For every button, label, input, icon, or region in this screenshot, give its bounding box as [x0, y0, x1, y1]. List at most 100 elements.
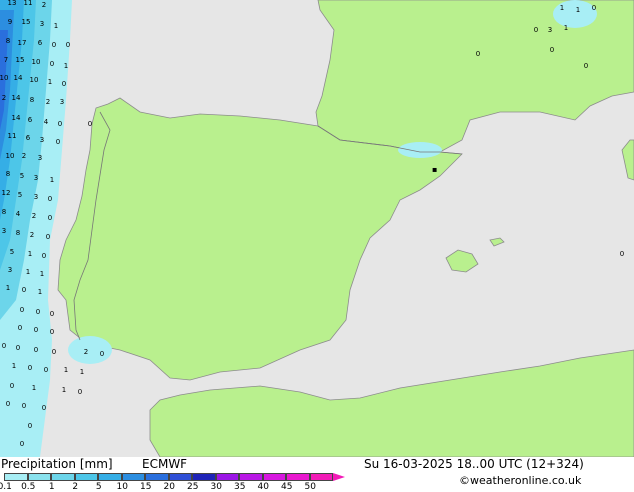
precip-value-label: 6 — [28, 116, 33, 124]
precip-value-label: 2 — [22, 152, 26, 160]
legend-bar: Precipitation [mm] ECMWF Su 16-03-2025 1… — [0, 457, 634, 492]
precip-value-label: 1 — [26, 268, 30, 276]
precip-value-label: 14 — [12, 94, 21, 102]
color-scale-tick: 50 — [304, 482, 316, 492]
color-scale-swatch — [239, 473, 263, 481]
precip-value-label: 1 — [6, 284, 10, 292]
precip-value-label: 0 — [16, 344, 20, 352]
precip-value-label: 0 — [620, 250, 624, 258]
precip-value-label: 5 — [10, 248, 14, 256]
precip-value-label: 0 — [100, 350, 104, 358]
precip-value-label: 0 — [6, 400, 10, 408]
precip-value-label: 0 — [34, 326, 38, 334]
precip-value-label: 8 — [30, 96, 34, 104]
precip-value-label: 0 — [550, 46, 554, 54]
color-scale-swatch — [121, 473, 145, 481]
precip-value-label: 2 — [2, 94, 6, 102]
color-scale-tick: 15 — [140, 482, 152, 492]
precip-value-label: 8 — [6, 170, 10, 178]
precip-value-label: 0 — [48, 195, 52, 203]
precip-value-label: 4 — [16, 210, 21, 218]
precip-value-label: 0 — [22, 286, 26, 294]
credit-text: ©weatheronline.co.uk — [459, 474, 582, 487]
precip-value-label: 3 — [2, 227, 6, 235]
precip-value-label: 11 — [8, 132, 17, 140]
precip-value-label: 2 — [42, 1, 46, 9]
color-scale-swatch — [192, 473, 216, 481]
precip-value-label: 0 — [20, 306, 24, 314]
precip-value-label: 0 — [42, 252, 46, 260]
precip-value-label: 7 — [4, 56, 8, 64]
precip-value-label: 1 — [50, 176, 54, 184]
precip-value-label: 3 — [34, 193, 38, 201]
precip-value-label: 0 — [44, 366, 48, 374]
precip-value-label: 1 — [80, 368, 84, 376]
color-scale-tick: 0.5 — [21, 482, 36, 492]
color-scale-swatch — [215, 473, 239, 481]
precip-value-label: 6 — [26, 134, 31, 142]
color-scale-swatch — [145, 473, 169, 481]
precip-value-label: 0 — [36, 308, 40, 316]
precip-value-label: 10 — [0, 74, 8, 82]
precip-value-label: 4 — [44, 118, 49, 126]
precip-value-label: 8 — [6, 37, 10, 45]
precip-value-label: 0 — [18, 324, 22, 332]
color-scale-tick: 2 — [72, 482, 79, 492]
precip-value-label: 0 — [50, 328, 54, 336]
precip-value-label: 0 — [20, 440, 24, 448]
precip-value-label: 3 — [34, 174, 38, 182]
precip-value-label: 0 — [56, 138, 60, 146]
color-scale-swatch — [168, 473, 192, 481]
precip-value-label: 1 — [54, 22, 58, 30]
precip-value-label: 0 — [28, 422, 32, 430]
precip-value-label: 15 — [16, 56, 25, 64]
precip-value-label: 3 — [8, 266, 12, 274]
precip-value-label: 1 — [564, 24, 568, 32]
precip-value-label: 8 — [16, 229, 20, 237]
precip-value-label: 0 — [592, 4, 596, 12]
precip-value-label: 1 — [40, 270, 44, 278]
precip-value-label: 1 — [12, 362, 16, 370]
color-scale-swatch — [262, 473, 286, 481]
color-scale-tick: 45 — [281, 482, 293, 492]
precip-value-label: 9 — [8, 18, 12, 26]
precip-value-label: 0 — [88, 120, 92, 128]
precip-value-label: 0 — [52, 41, 56, 49]
precip-value-label: 2 — [32, 212, 36, 220]
precip-value-label: 2 — [30, 231, 34, 239]
legend-title: Precipitation [mm] — [1, 457, 113, 471]
precip-value-label: 1 — [560, 4, 564, 12]
color-scale-tick: 40 — [257, 482, 269, 492]
precip-value-label: 0 — [534, 26, 538, 34]
precip-value-label: 0 — [10, 382, 14, 390]
precip-value-label: 0 — [46, 233, 50, 241]
precip-value-label: 0 — [62, 80, 66, 88]
precip-value-label: 1 — [48, 78, 52, 86]
precip-value-label: 3 — [548, 26, 552, 34]
color-scale-tick: 25 — [187, 482, 199, 492]
precip-value-label: 0 — [78, 388, 82, 396]
precip-value-label: 5 — [18, 191, 22, 199]
precip-value-label: 1 — [62, 386, 66, 394]
precip-value-label: 15 — [22, 18, 31, 26]
precip-value-label: 0 — [28, 364, 32, 372]
precip-value-label: 10 — [32, 58, 41, 66]
precip-value-label: 1 — [32, 384, 36, 392]
color-scale-swatch — [27, 473, 51, 481]
precip-value-label: 0 — [50, 310, 54, 318]
precip-value-label: 10 — [30, 76, 39, 84]
precip-spot-pyrenees — [398, 142, 442, 158]
precip-value-label: 14 — [14, 74, 23, 82]
precip-value-label: 17 — [18, 39, 27, 47]
color-scale-tick: 30 — [210, 482, 222, 492]
precip-value-label: 11 — [24, 0, 33, 7]
precip-value-label: 0 — [2, 342, 6, 350]
precip-value-label: 0 — [48, 214, 52, 222]
color-scale-tick: 10 — [116, 482, 128, 492]
color-scale-tick: 20 — [163, 482, 175, 492]
precip-value-label: 0 — [42, 404, 46, 412]
precip-value-label: 13 — [8, 0, 17, 7]
color-scale-arrow — [333, 473, 345, 481]
model-name: ECMWF — [142, 457, 188, 471]
precip-value-label: 6 — [38, 39, 43, 47]
